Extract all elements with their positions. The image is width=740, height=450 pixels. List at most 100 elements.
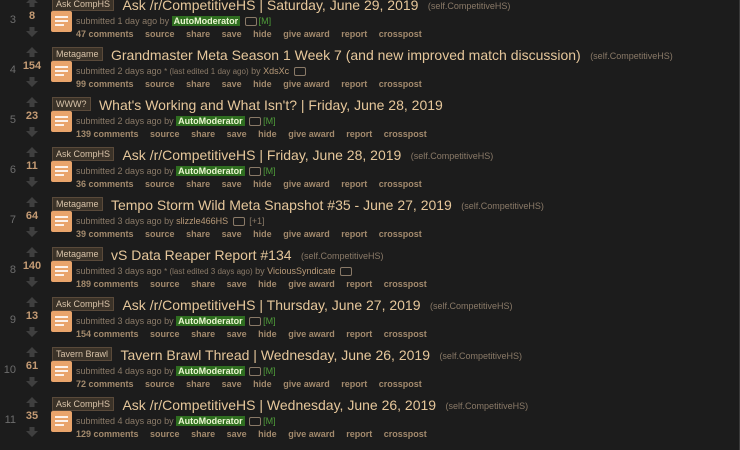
post-domain[interactable]: (self.CompetitiveHS)	[301, 251, 384, 261]
post-domain[interactable]: (self.CompetitiveHS)	[411, 151, 494, 161]
message-icon[interactable]	[244, 17, 257, 27]
crosspost-button[interactable]: crosspost	[379, 229, 422, 239]
post-domain[interactable]: (self.CompetitiveHS)	[461, 201, 544, 211]
hide-button[interactable]: hide	[253, 79, 272, 89]
crosspost-button[interactable]: crosspost	[384, 129, 427, 139]
upvote-arrow-icon[interactable]	[26, 297, 38, 307]
save-button[interactable]: save	[222, 179, 242, 189]
downvote-arrow-icon[interactable]	[26, 427, 38, 437]
source-button[interactable]: source	[145, 29, 175, 39]
source-button[interactable]: source	[145, 79, 175, 89]
comments-link[interactable]: 36 comments	[76, 179, 134, 189]
give-award-button[interactable]: give award	[288, 129, 335, 139]
post-flair[interactable]: Metagame	[52, 247, 103, 261]
post-domain[interactable]: (self.CompetitiveHS)	[430, 301, 513, 311]
save-button[interactable]: save	[227, 129, 247, 139]
hide-button[interactable]: hide	[253, 229, 272, 239]
give-award-button[interactable]: give award	[283, 379, 330, 389]
crosspost-button[interactable]: crosspost	[379, 79, 422, 89]
give-award-button[interactable]: give award	[283, 229, 330, 239]
message-icon[interactable]	[340, 267, 353, 277]
report-button[interactable]: report	[341, 79, 367, 89]
post-title-link[interactable]: Tempo Storm Wild Meta Snapshot #35 - Jun…	[111, 197, 452, 213]
source-button[interactable]: source	[145, 229, 175, 239]
downvote-arrow-icon[interactable]	[26, 177, 38, 187]
downvote-arrow-icon[interactable]	[26, 377, 38, 387]
post-title-link[interactable]: Ask /r/CompetitiveHS | Friday, June 28, …	[122, 147, 401, 163]
post-domain[interactable]: (self.CompetitiveHS)	[428, 1, 511, 11]
hide-button[interactable]: hide	[253, 29, 272, 39]
post-domain[interactable]: (self.CompetitiveHS)	[590, 51, 673, 61]
save-button[interactable]: save	[222, 379, 242, 389]
save-button[interactable]: save	[227, 279, 247, 289]
post-title-link[interactable]: vS Data Reaper Report #134	[111, 247, 292, 263]
upvote-arrow-icon[interactable]	[26, 147, 38, 157]
post-flair[interactable]: Ask CompHS	[52, 0, 115, 11]
share-button[interactable]: share	[191, 429, 215, 439]
post-title-link[interactable]: What's Working and What Isn't? | Friday,…	[99, 97, 443, 113]
message-icon[interactable]	[249, 117, 262, 127]
comments-link[interactable]: 47 comments	[76, 29, 134, 39]
hide-button[interactable]: hide	[258, 429, 277, 439]
report-button[interactable]: report	[346, 129, 372, 139]
post-title-link[interactable]: Ask /r/CompetitiveHS | Saturday, June 29…	[122, 0, 418, 13]
post-author[interactable]: AutoModerator	[176, 116, 245, 126]
hide-button[interactable]: hide	[258, 279, 277, 289]
source-button[interactable]: source	[145, 379, 175, 389]
comments-link[interactable]: 39 comments	[76, 229, 134, 239]
message-icon[interactable]	[249, 367, 262, 377]
share-button[interactable]: share	[186, 29, 210, 39]
hide-button[interactable]: hide	[258, 329, 277, 339]
comments-link[interactable]: 129 comments	[76, 429, 139, 439]
save-button[interactable]: save	[227, 329, 247, 339]
post-author[interactable]: AutoModerator	[176, 166, 245, 176]
downvote-arrow-icon[interactable]	[26, 127, 38, 137]
downvote-arrow-icon[interactable]	[26, 227, 38, 237]
post-author[interactable]: ViciousSyndicate	[267, 266, 335, 276]
share-button[interactable]: share	[186, 79, 210, 89]
give-award-button[interactable]: give award	[283, 29, 330, 39]
post-author[interactable]: AutoModerator	[171, 16, 241, 26]
upvote-arrow-icon[interactable]	[26, 197, 38, 207]
post-author[interactable]: XdsXc	[263, 66, 289, 76]
share-button[interactable]: share	[191, 129, 215, 139]
report-button[interactable]: report	[346, 279, 372, 289]
message-icon[interactable]	[232, 217, 245, 227]
message-icon[interactable]	[249, 317, 262, 327]
post-flair[interactable]: Metagame	[52, 47, 103, 61]
share-button[interactable]: share	[191, 329, 215, 339]
save-button[interactable]: save	[222, 229, 242, 239]
report-button[interactable]: report	[341, 229, 367, 239]
give-award-button[interactable]: give award	[288, 279, 335, 289]
comments-link[interactable]: 72 comments	[76, 379, 134, 389]
report-button[interactable]: report	[341, 379, 367, 389]
give-award-button[interactable]: give award	[283, 179, 330, 189]
post-author[interactable]: AutoModerator	[176, 316, 245, 326]
comments-link[interactable]: 99 comments	[76, 79, 134, 89]
upvote-arrow-icon[interactable]	[26, 247, 38, 257]
share-button[interactable]: share	[186, 229, 210, 239]
crosspost-button[interactable]: crosspost	[384, 429, 427, 439]
hide-button[interactable]: hide	[253, 379, 272, 389]
upvote-arrow-icon[interactable]	[26, 47, 38, 57]
report-button[interactable]: report	[346, 329, 372, 339]
post-flair[interactable]: Ask CompHS	[52, 147, 115, 161]
post-title-link[interactable]: Ask /r/CompetitiveHS | Wednesday, June 2…	[122, 397, 436, 413]
share-button[interactable]: share	[186, 379, 210, 389]
share-button[interactable]: share	[186, 179, 210, 189]
downvote-arrow-icon[interactable]	[26, 327, 38, 337]
crosspost-button[interactable]: crosspost	[379, 179, 422, 189]
post-title-link[interactable]: Tavern Brawl Thread | Wednesday, June 26…	[120, 347, 430, 363]
message-icon[interactable]	[249, 167, 262, 177]
report-button[interactable]: report	[341, 29, 367, 39]
crosspost-button[interactable]: crosspost	[379, 379, 422, 389]
message-icon[interactable]	[249, 417, 262, 427]
source-button[interactable]: source	[150, 129, 180, 139]
source-button[interactable]: source	[150, 329, 180, 339]
post-flair[interactable]: Tavern Brawl	[52, 347, 113, 361]
downvote-arrow-icon[interactable]	[26, 27, 38, 37]
post-title-link[interactable]: Grandmaster Meta Season 1 Week 7 (and ne…	[111, 47, 581, 63]
crosspost-button[interactable]: crosspost	[379, 29, 422, 39]
report-button[interactable]: report	[341, 179, 367, 189]
hide-button[interactable]: hide	[258, 129, 277, 139]
